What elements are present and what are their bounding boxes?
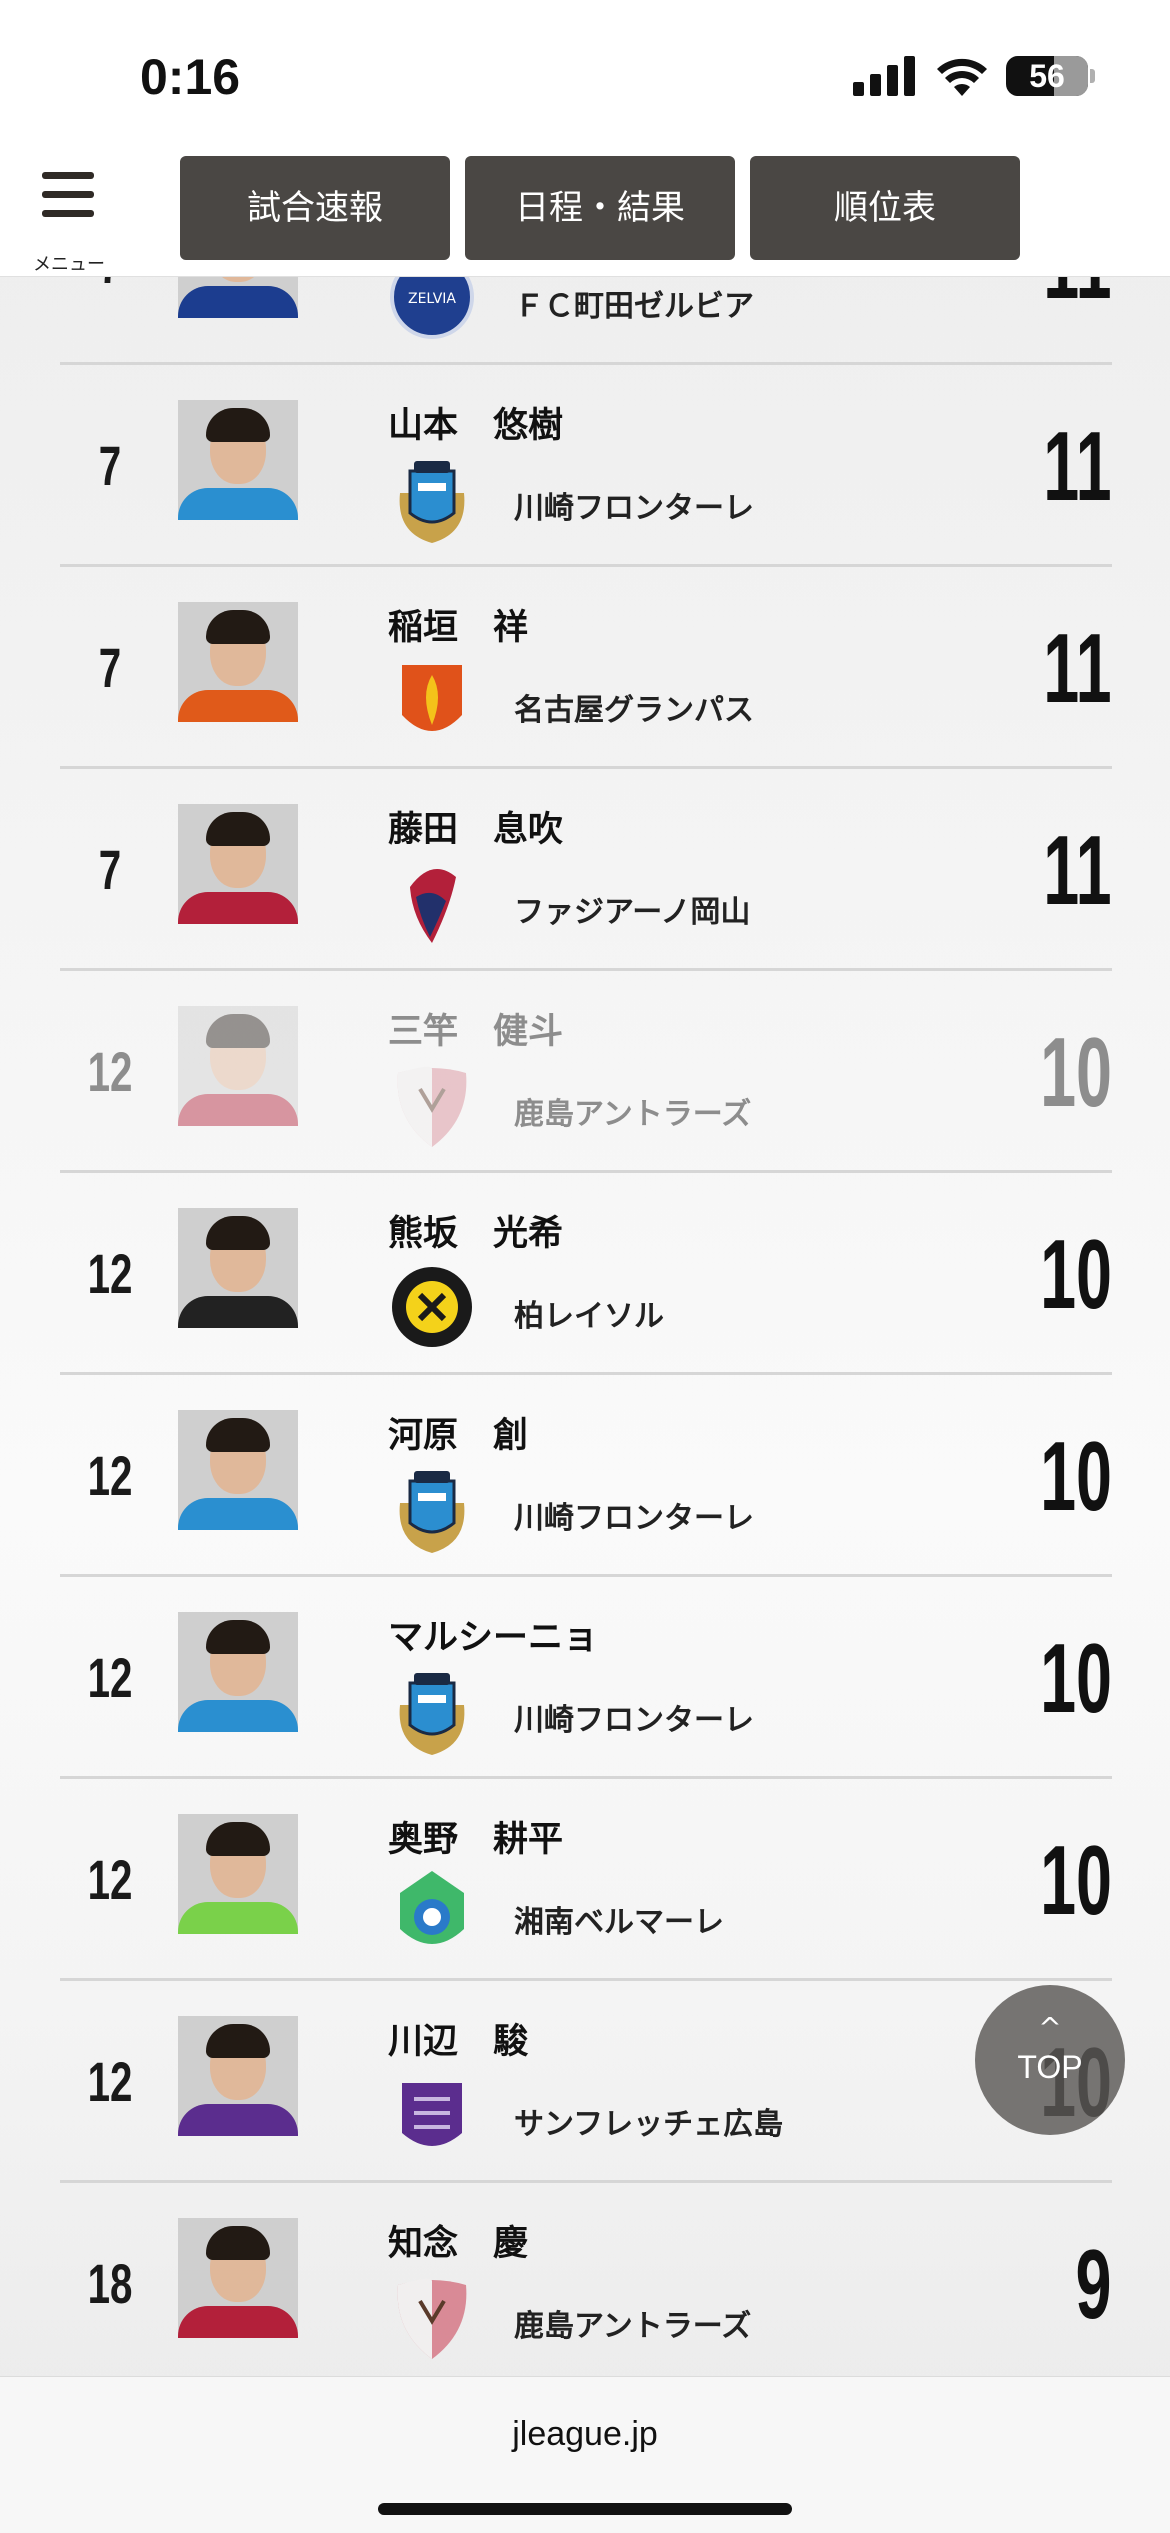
rank-number: 12: [87, 2050, 133, 2113]
rank-number: 12: [87, 1242, 133, 1305]
team-crest-icon: [390, 857, 474, 949]
team-name[interactable]: 柏レイソル: [514, 1291, 664, 1335]
status-bar: 0:16 56: [0, 0, 1170, 150]
team-crest-icon: [390, 2069, 474, 2161]
signal-icon: [853, 56, 915, 96]
rank-number: 7: [98, 838, 122, 901]
team-name[interactable]: 川崎フロンターレ: [514, 1695, 754, 1739]
goal-count: 11: [1044, 276, 1112, 365]
browser-url-bar[interactable]: jleague.jp: [0, 2376, 1170, 2533]
team-crest-icon: [390, 453, 474, 545]
scroll-top-button[interactable]: ^ TOP: [975, 1985, 1125, 2135]
team-name[interactable]: 鹿島アントラーズ: [514, 2301, 751, 2345]
rank-number: 12: [87, 1646, 133, 1709]
ranking-row[interactable]: 7 稲垣 祥名古屋グランパス 11: [60, 567, 1112, 769]
player-photo[interactable]: [178, 804, 298, 924]
player-name[interactable]: 知念 慶: [388, 2215, 528, 2266]
player-name[interactable]: マルシーニョ: [388, 1609, 598, 1660]
menu-label: メニュー: [33, 254, 105, 275]
goal-count: 11: [1043, 815, 1112, 925]
player-photo[interactable]: [178, 1410, 298, 1530]
team-crest-icon: [390, 2271, 474, 2363]
goal-count: 10: [1040, 1017, 1112, 1127]
goal-count: 10: [1040, 1421, 1112, 1531]
player-photo[interactable]: [178, 2016, 298, 2136]
rank-number: 7: [98, 636, 122, 699]
ranking-row[interactable]: 12 河原 創川崎フロンターレ 10: [60, 1375, 1112, 1577]
team-crest-icon: [390, 1867, 474, 1959]
team-name[interactable]: 川崎フロンターレ: [514, 1493, 754, 1537]
team-name[interactable]: サンフレッチェ広島: [514, 2099, 783, 2143]
team-crest-icon: ZELVIA: [390, 276, 474, 343]
player-name[interactable]: 稲垣 祥: [388, 599, 528, 650]
team-crest-icon: [390, 655, 474, 747]
goal-count: 9: [1076, 2229, 1112, 2339]
team-name[interactable]: 名古屋グランパス: [514, 685, 754, 729]
player-name[interactable]: 川辺 駿: [388, 2013, 528, 2064]
battery-icon: 56: [1006, 56, 1088, 96]
ranking-row[interactable]: 12 奥野 耕平湘南ベルマーレ 10: [60, 1779, 1112, 1981]
chevron-up-icon: ^: [1038, 2011, 1062, 2044]
player-photo[interactable]: [178, 1006, 298, 1126]
goal-count: 11: [1043, 613, 1112, 723]
site-header: メニュー 試合速報 日程・結果 順位表: [0, 150, 1170, 277]
goal-count: 11: [1043, 411, 1112, 521]
player-photo[interactable]: [178, 1208, 298, 1328]
scroll-top-label: TOP: [1017, 2049, 1083, 2085]
ranking-row[interactable]: 7 山本 悠樹川崎フロンターレ 11: [60, 365, 1112, 567]
player-name[interactable]: 三竿 健斗: [388, 1003, 563, 1054]
team-crest-icon: [390, 1665, 474, 1757]
ranking-row[interactable]: 7 藤田 息吹ファジアーノ岡山 11: [60, 769, 1112, 971]
rank-number: 18: [87, 2252, 133, 2315]
team-name[interactable]: ＦＣ町田ゼルビア: [514, 281, 754, 325]
player-name[interactable]: 河原 創: [388, 1407, 528, 1458]
rank-number: 12: [87, 1040, 133, 1103]
menu-button[interactable]: メニュー: [24, 172, 110, 275]
rank-number: 7: [81, 276, 139, 365]
ranking-row[interactable]: 12 熊坂 光希柏レイソル 10: [60, 1173, 1112, 1375]
team-name[interactable]: 川崎フロンターレ: [514, 483, 754, 527]
wifi-icon: [937, 58, 987, 96]
rank-number: 12: [87, 1444, 133, 1507]
home-indicator[interactable]: [378, 2503, 792, 2515]
nav-schedule-results-button[interactable]: 日程・結果: [465, 156, 735, 260]
nav-live-scores-button[interactable]: 試合速報: [180, 156, 450, 260]
player-photo[interactable]: [178, 1612, 298, 1732]
url-text: jleague.jp: [512, 2415, 658, 2453]
hamburger-icon: [42, 172, 94, 179]
team-crest-icon: [390, 1261, 474, 1353]
player-photo[interactable]: [178, 400, 298, 520]
nav-standings-button[interactable]: 順位表: [750, 156, 1020, 260]
player-name[interactable]: 奥野 耕平: [388, 1811, 563, 1862]
rank-number: 7: [98, 434, 122, 497]
team-crest-icon: [390, 1059, 474, 1151]
player-photo[interactable]: [178, 1814, 298, 1934]
rank-number: 12: [87, 1848, 133, 1911]
team-name[interactable]: ファジアーノ岡山: [514, 887, 750, 931]
ranking-row[interactable]: 12 マルシーニョ川崎フロンターレ 10: [60, 1577, 1112, 1779]
ranking-row[interactable]: 7 ZELVIA ＦＣ町田ゼルビア 11: [60, 276, 1112, 365]
player-photo[interactable]: [178, 276, 298, 318]
ranking-row[interactable]: 12川辺 駿サンフレッチェ広島10: [60, 1981, 1112, 2183]
ranking-row[interactable]: 18 知念 慶鹿島アントラーズ 9: [60, 2183, 1112, 2376]
goal-count: 10: [1040, 1623, 1112, 1733]
player-name[interactable]: 山本 悠樹: [388, 397, 563, 448]
team-name[interactable]: 鹿島アントラーズ: [514, 1089, 751, 1133]
team-crest-icon: [390, 1463, 474, 1555]
player-photo[interactable]: [178, 2218, 298, 2338]
status-time: 0:16: [140, 49, 241, 105]
player-name[interactable]: 藤田 息吹: [388, 801, 563, 852]
player-photo[interactable]: [178, 602, 298, 722]
team-name[interactable]: 湘南ベルマーレ: [514, 1897, 724, 1941]
ranking-row[interactable]: 12 三竿 健斗鹿島アントラーズ 10: [60, 971, 1112, 1173]
player-name[interactable]: 熊坂 光希: [388, 1205, 563, 1256]
battery-level: 56: [1029, 58, 1065, 94]
goal-count: 10: [1040, 1825, 1112, 1935]
goal-count: 10: [1040, 1219, 1112, 1329]
svg-text:ZELVIA: ZELVIA: [408, 291, 456, 307]
